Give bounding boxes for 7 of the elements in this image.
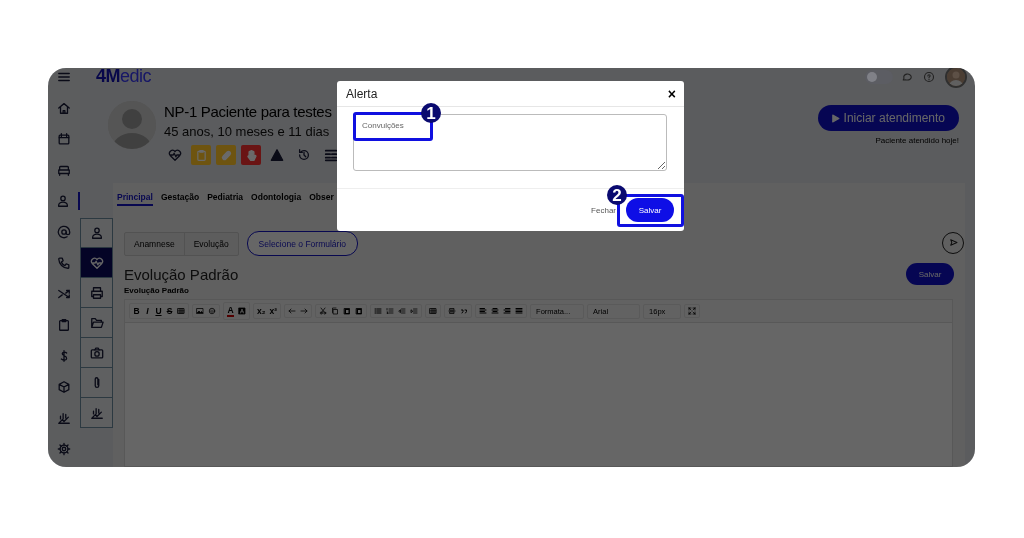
- field-label: Evolução Padrão: [124, 286, 190, 295]
- patient-name: NP-1 Paciente para testes: [164, 102, 333, 122]
- section-title: Evolução Padrão: [124, 266, 239, 283]
- logo: 4Medic: [96, 68, 152, 86]
- dialog-title: Alerta: [346, 86, 379, 101]
- status-note: Paciente atendido hoje!: [875, 136, 959, 145]
- patient-age: 45 anos, 10 meses e 11 dias: [164, 123, 331, 141]
